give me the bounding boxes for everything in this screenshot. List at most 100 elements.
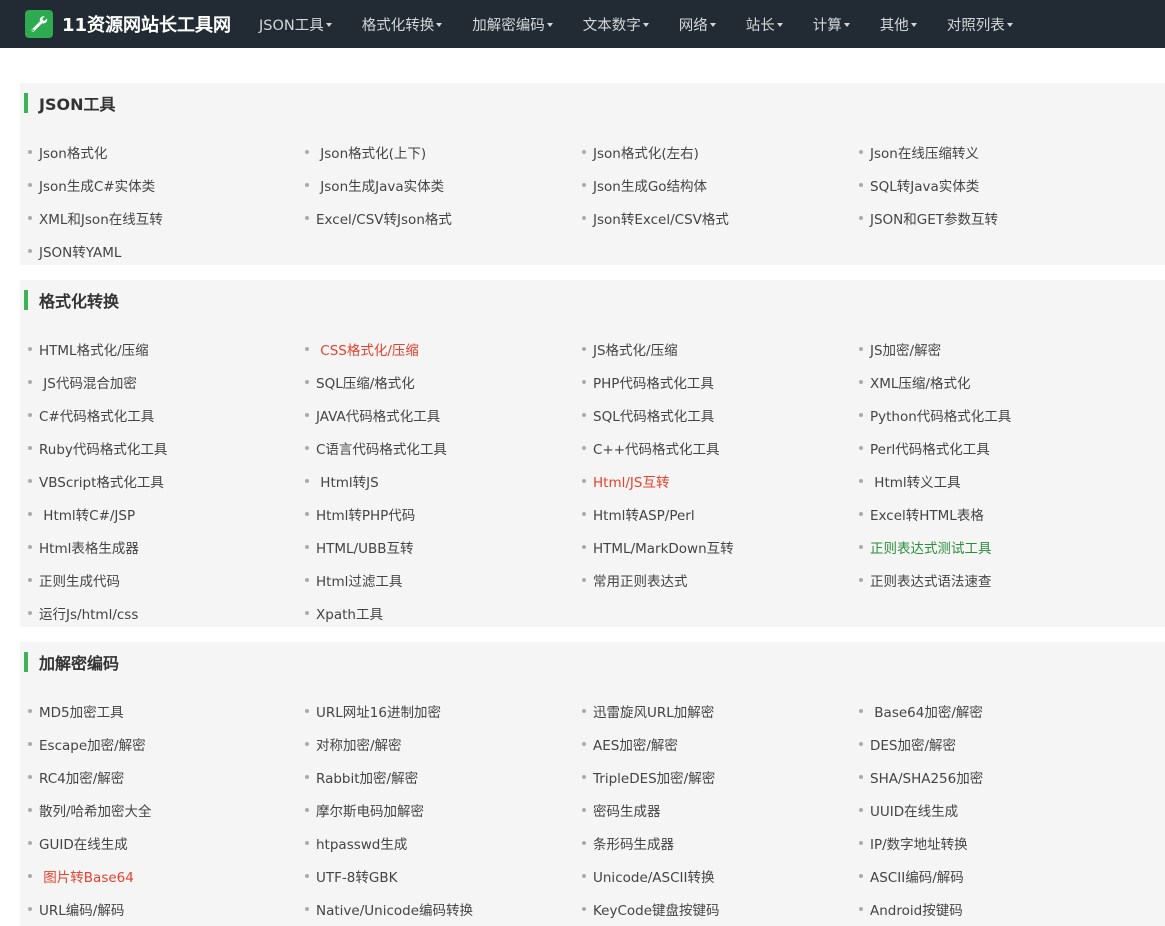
tool-link[interactable]: 常用正则表达式 [593, 570, 688, 590]
caret-down-icon [910, 23, 917, 27]
tool-link[interactable]: Unicode/ASCII转换 [593, 866, 715, 886]
tool-link[interactable]: IP/数字地址转换 [870, 833, 968, 853]
tool-link[interactable]: MD5加密工具 [39, 701, 124, 721]
tool-link[interactable]: SQL转Java实体类 [870, 175, 979, 195]
tool-link[interactable]: 对称加密/解密 [316, 734, 402, 754]
tool-link[interactable]: CSS格式化/压缩 [316, 339, 419, 359]
tool-link[interactable]: Rabbit加密/解密 [316, 767, 418, 787]
nav-text-numbers[interactable]: 文本数字 [568, 0, 664, 48]
tool-link[interactable]: Html转PHP代码 [316, 504, 415, 524]
top-navbar: 11资源网站长工具网 JSON工具 格式化转换 加解密编码 文本数字 网络 站长… [0, 0, 1165, 48]
nav-format-convert[interactable]: 格式化转换 [347, 0, 458, 48]
site-logo[interactable]: 11资源网站长工具网 [25, 10, 231, 38]
nav-other[interactable]: 其他 [865, 0, 932, 48]
tool-link[interactable]: VBScript格式化工具 [39, 471, 164, 491]
nav-calculate[interactable]: 计算 [798, 0, 865, 48]
tool-link[interactable]: Excel/CSV转Json格式 [316, 208, 452, 228]
tool-link[interactable]: KeyCode键盘按键码 [593, 899, 720, 919]
tool-link[interactable]: URL网址16进制加密 [316, 701, 441, 721]
tool-link[interactable]: Json生成C#实体类 [39, 175, 155, 195]
tool-link[interactable]: 迅雷旋风URL加解密 [593, 701, 714, 721]
nav-network[interactable]: 网络 [664, 0, 731, 48]
tool-link[interactable]: RC4加密/解密 [39, 767, 124, 787]
tool-link[interactable]: 条形码生成器 [593, 833, 674, 853]
tool-link[interactable]: SQL压缩/格式化 [316, 372, 415, 392]
tool-link[interactable]: Html转义工具 [870, 471, 960, 491]
nav-encrypt-encode[interactable]: 加解密编码 [457, 0, 568, 48]
tool-link[interactable]: Json格式化(左右) [593, 142, 699, 162]
nav-webmaster[interactable]: 站长 [731, 0, 798, 48]
tool-link[interactable]: GUID在线生成 [39, 833, 128, 853]
tool-link[interactable]: ASCII编码/解码 [870, 866, 964, 886]
tool-link[interactable]: Json生成Go结构体 [593, 175, 707, 195]
tool-link[interactable]: Html转JS [316, 471, 378, 491]
tool-link[interactable]: 正则生成代码 [39, 570, 120, 590]
tool-link[interactable]: Ruby代码格式化工具 [39, 438, 167, 458]
section-title: JSON工具 [39, 95, 116, 114]
tool-link[interactable]: JSON转YAML [39, 241, 121, 261]
tool-link[interactable]: 运行Js/html/css [39, 603, 138, 623]
tool-link[interactable]: C语言代码格式化工具 [316, 438, 447, 458]
tool-link[interactable]: Html表格生成器 [39, 537, 139, 557]
nav-reference-lists[interactable]: 对照列表 [932, 0, 1028, 48]
tool-link[interactable]: Html过滤工具 [316, 570, 402, 590]
tool-link[interactable]: Perl代码格式化工具 [870, 438, 990, 458]
tool-link[interactable]: HTML/MarkDown互转 [593, 537, 734, 557]
tool-list-item: Json格式化(上下) [305, 135, 582, 168]
tool-link[interactable]: 密码生成器 [593, 800, 661, 820]
tool-link[interactable]: Android按键码 [870, 899, 963, 919]
tool-link[interactable]: TripleDES加密/解密 [593, 767, 715, 787]
nav-json-tools[interactable]: JSON工具 [244, 0, 347, 48]
tool-link[interactable]: Json格式化(上下) [316, 142, 426, 162]
tool-link[interactable]: 摩尔斯电码加解密 [316, 800, 424, 820]
tool-link[interactable]: 散列/哈希加密大全 [39, 800, 152, 820]
tool-link-grid: Json格式化 Json格式化(上下) Json格式化(左右) Json在线压缩转义… [28, 135, 1136, 267]
tool-link[interactable]: Html转ASP/Perl [593, 504, 695, 524]
bullet-dot-icon [28, 577, 32, 582]
tool-link[interactable]: Base64加密/解密 [870, 701, 983, 721]
tool-link[interactable]: C#代码格式化工具 [39, 405, 154, 425]
tool-list-item: PHP代码格式化工具 [582, 365, 859, 398]
tool-link[interactable]: 图片转Base64 [39, 866, 134, 886]
tool-link[interactable]: HTML格式化/压缩 [39, 339, 149, 359]
tool-link[interactable]: Excel转HTML表格 [870, 504, 984, 524]
tool-link[interactable]: XML和Json在线互转 [39, 208, 163, 228]
tool-link[interactable]: Json格式化 [39, 142, 107, 162]
bullet-dot-icon [305, 215, 309, 220]
bullet-dot-icon [28, 544, 32, 549]
tool-list-item: Ruby代码格式化工具 [28, 431, 305, 464]
tool-link[interactable]: JAVA代码格式化工具 [316, 405, 440, 425]
tool-list-item: HTML/MarkDown互转 [582, 530, 859, 563]
tool-link[interactable]: PHP代码格式化工具 [593, 372, 714, 392]
tool-link[interactable]: SQL代码格式化工具 [593, 405, 714, 425]
tool-list-item: Html表格生成器 [28, 530, 305, 563]
tool-link[interactable]: UTF-8转GBK [316, 866, 397, 886]
bullet-dot-icon [582, 840, 586, 845]
tool-link[interactable]: 正则表达式语法速查 [870, 570, 992, 590]
tool-link[interactable]: JSON和GET参数互转 [870, 208, 998, 228]
tool-link[interactable]: XML压缩/格式化 [870, 372, 970, 392]
tool-link[interactable]: htpasswd生成 [316, 833, 407, 853]
tool-link[interactable]: UUID在线生成 [870, 800, 958, 820]
tool-link[interactable]: Native/Unicode编码转换 [316, 899, 473, 919]
tool-link[interactable]: 正则表达式测试工具 [870, 537, 992, 557]
tool-link[interactable]: Html/JS互转 [593, 471, 669, 491]
tool-link[interactable]: Json转Excel/CSV格式 [593, 208, 729, 228]
bullet-dot-icon [305, 840, 309, 845]
tool-link[interactable]: JS代码混合加密 [39, 372, 137, 392]
tool-link[interactable]: Json在线压缩转义 [870, 142, 979, 162]
tool-link[interactable]: Html转C#/JSP [39, 504, 135, 524]
tool-link[interactable]: Json生成Java实体类 [316, 175, 444, 195]
tool-link[interactable]: Escape加密/解密 [39, 734, 146, 754]
tool-link[interactable]: JS加密/解密 [870, 339, 941, 359]
tool-link[interactable]: JS格式化/压缩 [593, 339, 678, 359]
tool-link[interactable]: AES加密/解密 [593, 734, 678, 754]
tool-link[interactable]: Python代码格式化工具 [870, 405, 1011, 425]
tool-link[interactable]: SHA/SHA256加密 [870, 767, 983, 787]
tool-link[interactable]: C++代码格式化工具 [593, 438, 720, 458]
tool-link[interactable]: URL编码/解码 [39, 899, 124, 919]
tool-link[interactable]: HTML/UBB互转 [316, 537, 414, 557]
tool-link[interactable]: Xpath工具 [316, 603, 383, 623]
tool-link[interactable]: DES加密/解密 [870, 734, 956, 754]
tool-list-item: 常用正则表达式 [582, 563, 859, 596]
